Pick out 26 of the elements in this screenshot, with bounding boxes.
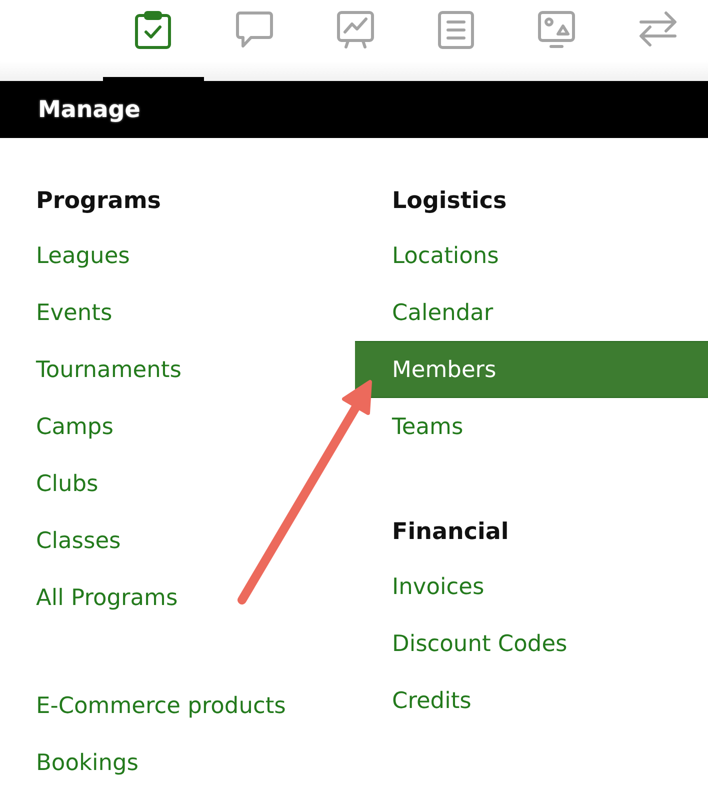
menu-item[interactable]: E-Commerce products xyxy=(0,677,355,734)
menu-item[interactable]: Classes xyxy=(0,512,355,569)
speech-bubble-icon xyxy=(236,11,273,49)
menu-item[interactable]: Calendar xyxy=(355,284,708,341)
menu-item[interactable]: Credits xyxy=(355,672,708,729)
menu-item[interactable]: Camps xyxy=(0,398,355,455)
document-lines-icon xyxy=(438,11,474,49)
menu-item[interactable]: Members xyxy=(355,341,708,398)
menu-section-heading: Financial xyxy=(392,519,509,545)
chart-easel-icon xyxy=(336,11,374,49)
menu-item[interactable]: Clubs xyxy=(0,455,355,512)
swap-arrows-icon xyxy=(638,11,677,47)
header-title: Manage xyxy=(38,96,140,122)
menu-section-heading: Logistics xyxy=(392,188,507,214)
menu-item[interactable]: Teams xyxy=(355,398,708,455)
menu-item[interactable]: Discount Codes xyxy=(355,615,708,672)
menu-section-heading: Programs xyxy=(36,188,161,214)
menu-item[interactable]: Events xyxy=(0,284,355,341)
clipboard-check-icon xyxy=(135,11,172,49)
menu-item[interactable]: Tournaments xyxy=(0,341,355,398)
menu-item[interactable]: Bookings xyxy=(0,734,355,791)
image-monitor-icon xyxy=(538,11,576,49)
menu-item[interactable]: Locations xyxy=(355,227,708,284)
menu-item[interactable]: Leagues xyxy=(0,227,355,284)
menu-item[interactable]: All Programs xyxy=(0,569,355,626)
menu-item[interactable]: Invoices xyxy=(355,558,708,615)
